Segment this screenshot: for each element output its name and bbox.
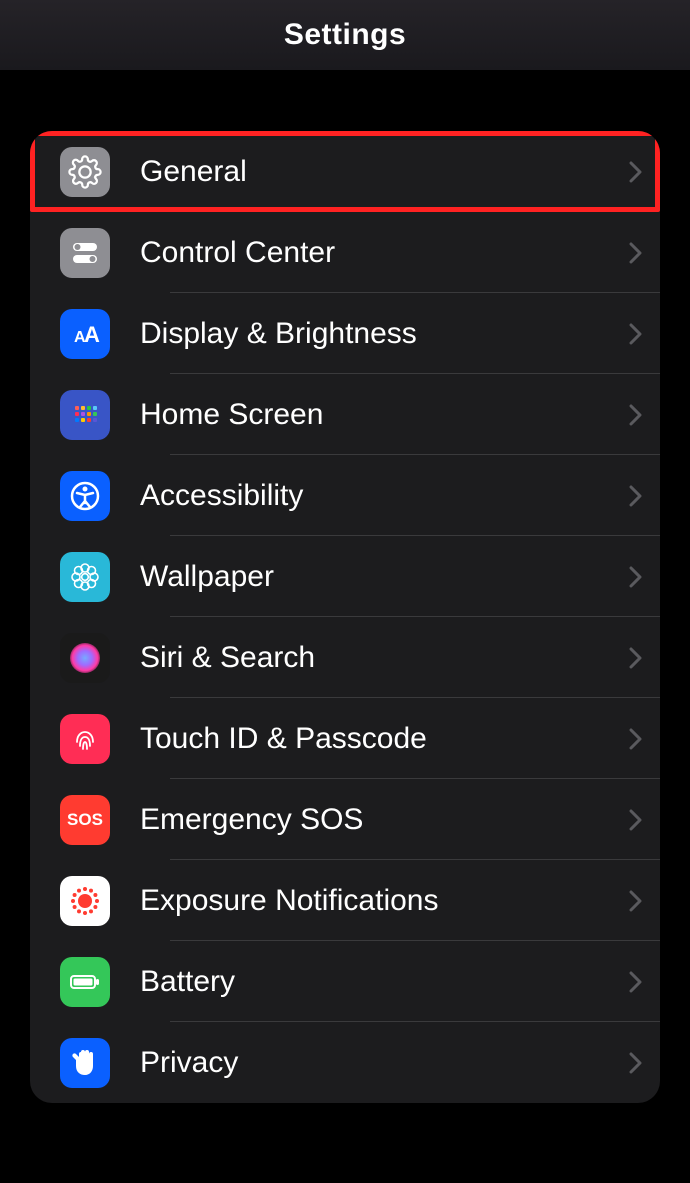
accessibility-icon	[60, 471, 110, 521]
settings-row-exposure[interactable]: Exposure Notifications	[30, 860, 660, 941]
row-label: Exposure Notifications	[140, 884, 618, 918]
chevron-right-icon	[628, 808, 642, 832]
app-grid-icon	[60, 390, 110, 440]
settings-row-display[interactable]: AA Display & Brightness	[30, 293, 660, 374]
chevron-right-icon	[628, 646, 642, 670]
sos-icon: SOS	[60, 795, 110, 845]
row-label: Emergency SOS	[140, 803, 618, 837]
chevron-right-icon	[628, 889, 642, 913]
page-title: Settings	[284, 18, 406, 52]
svg-text:SOS: SOS	[67, 810, 103, 829]
chevron-right-icon	[628, 484, 642, 508]
row-label: Control Center	[140, 236, 618, 270]
row-label: General	[140, 155, 618, 189]
toggles-icon	[60, 228, 110, 278]
gear-icon	[60, 147, 110, 197]
settings-content: General Control Center AA Display & Brightn…	[0, 131, 690, 1103]
siri-icon	[60, 633, 110, 683]
row-label: Battery	[140, 965, 618, 999]
chevron-right-icon	[628, 565, 642, 589]
row-label: Display & Brightness	[140, 317, 618, 351]
text-size-icon: AA	[60, 309, 110, 359]
chevron-right-icon	[628, 160, 642, 184]
battery-icon	[60, 957, 110, 1007]
row-label: Home Screen	[140, 398, 618, 432]
settings-row-home-screen[interactable]: Home Screen	[30, 374, 660, 455]
settings-group: General Control Center AA Display & Brightn…	[30, 131, 660, 1103]
nav-bar: Settings	[0, 0, 690, 71]
settings-row-privacy[interactable]: Privacy	[30, 1022, 660, 1103]
chevron-right-icon	[628, 727, 642, 751]
row-label: Privacy	[140, 1046, 618, 1080]
settings-row-touch-id[interactable]: Touch ID & Passcode	[30, 698, 660, 779]
settings-row-accessibility[interactable]: Accessibility	[30, 455, 660, 536]
chevron-right-icon	[628, 322, 642, 346]
chevron-right-icon	[628, 1051, 642, 1075]
svg-text:A: A	[84, 322, 100, 347]
flower-icon	[60, 552, 110, 602]
chevron-right-icon	[628, 241, 642, 265]
settings-row-battery[interactable]: Battery	[30, 941, 660, 1022]
row-label: Touch ID & Passcode	[140, 722, 618, 756]
settings-row-sos[interactable]: SOS Emergency SOS	[30, 779, 660, 860]
row-label: Wallpaper	[140, 560, 618, 594]
fingerprint-icon	[60, 714, 110, 764]
settings-row-control-center[interactable]: Control Center	[30, 212, 660, 293]
settings-row-siri[interactable]: Siri & Search	[30, 617, 660, 698]
row-label: Accessibility	[140, 479, 618, 513]
chevron-right-icon	[628, 970, 642, 994]
settings-row-wallpaper[interactable]: Wallpaper	[30, 536, 660, 617]
chevron-right-icon	[628, 403, 642, 427]
exposure-icon	[60, 876, 110, 926]
hand-icon	[60, 1038, 110, 1088]
settings-row-general[interactable]: General	[30, 131, 660, 212]
row-label: Siri & Search	[140, 641, 618, 675]
